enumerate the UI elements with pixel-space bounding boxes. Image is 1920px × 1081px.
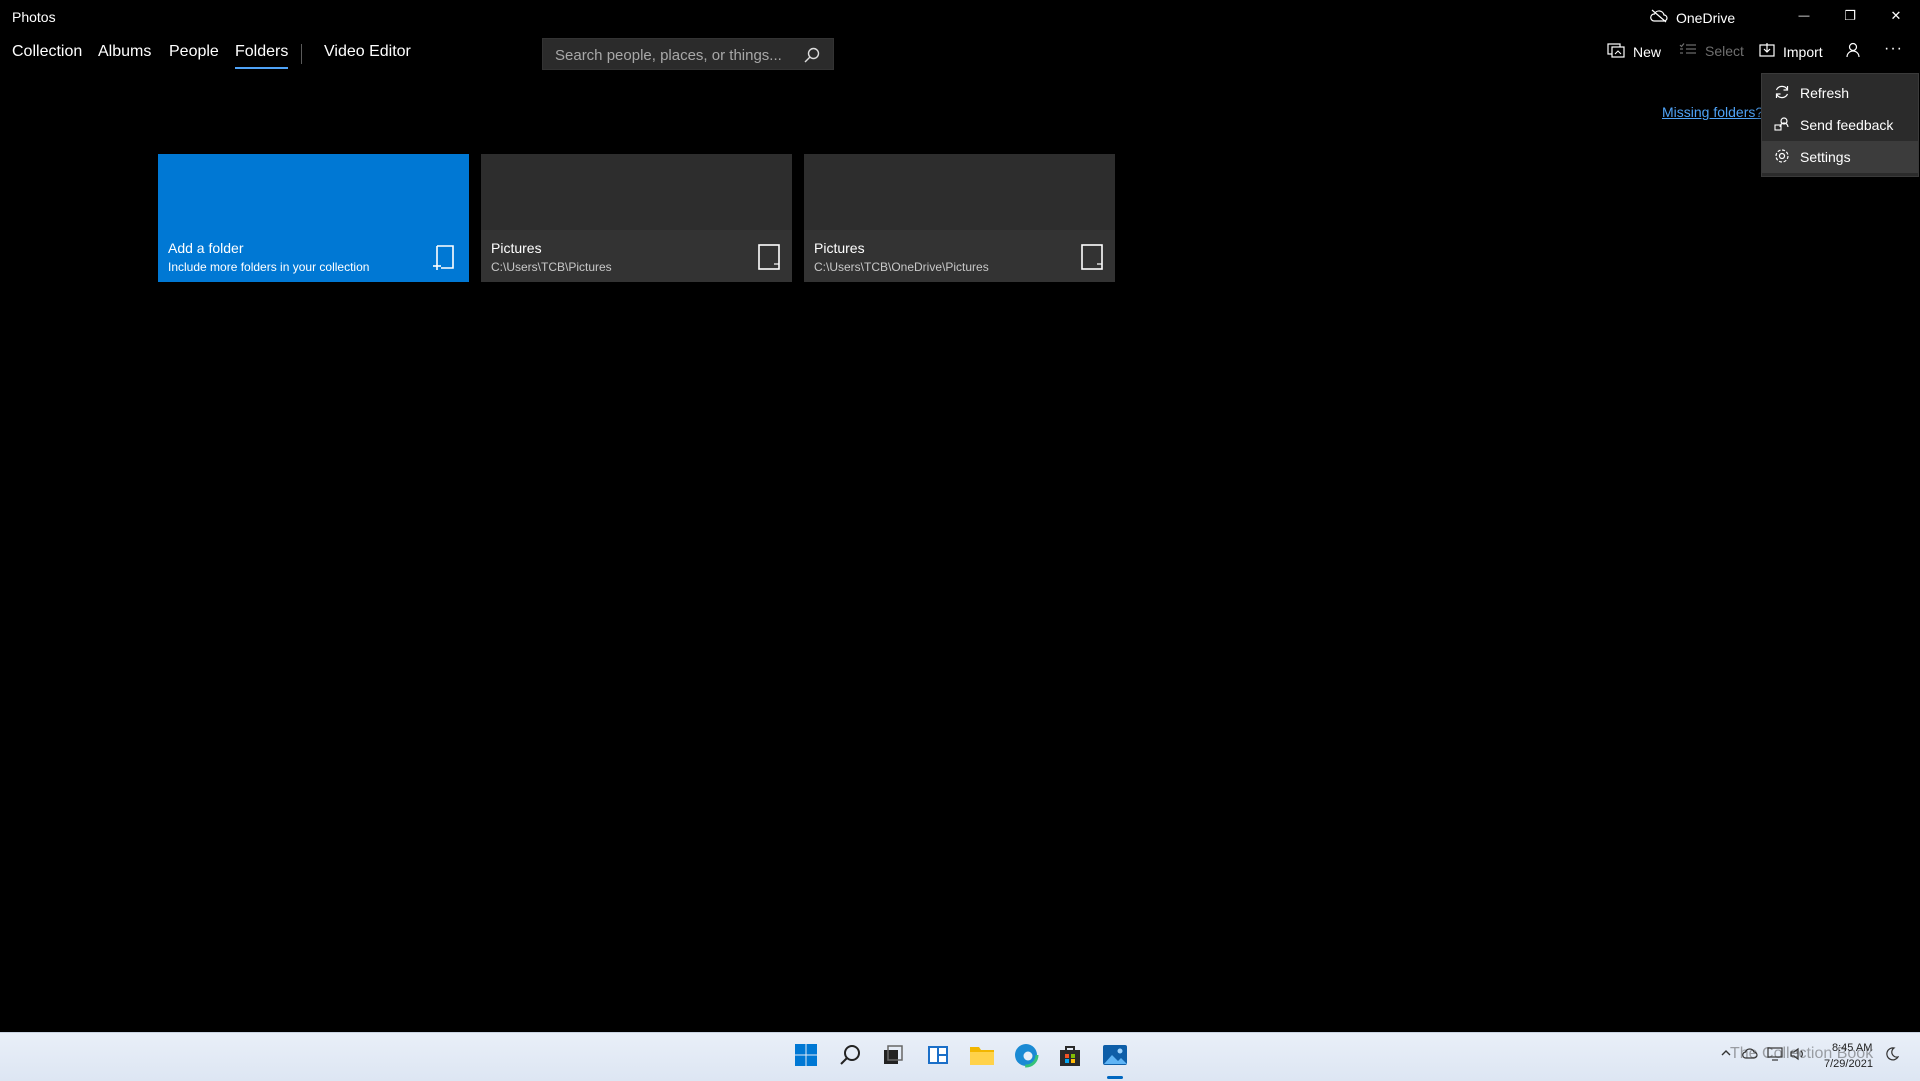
tab-albums[interactable]: Albums bbox=[98, 43, 151, 61]
person-icon bbox=[1845, 42, 1861, 61]
new-creation-icon bbox=[1607, 42, 1625, 61]
menu-item-label: Send feedback bbox=[1800, 117, 1894, 133]
add-folder-icon bbox=[433, 244, 457, 275]
clock-date[interactable]: 7/29/2021 bbox=[1824, 1058, 1873, 1070]
missing-folders-link[interactable]: Missing folders? bbox=[1662, 104, 1763, 120]
file-explorer-button[interactable] bbox=[964, 1041, 1000, 1073]
start-button[interactable] bbox=[788, 1041, 824, 1073]
tab-collection[interactable]: Collection bbox=[12, 43, 82, 61]
tile-title: Pictures bbox=[491, 240, 542, 256]
cloud-off-icon bbox=[1650, 9, 1668, 26]
close-icon: ✕ bbox=[1890, 8, 1902, 23]
restore-button[interactable]: ❐ bbox=[1827, 0, 1873, 32]
menu-item-label: Settings bbox=[1800, 149, 1851, 165]
menu-item-settings[interactable]: Settings bbox=[1762, 141, 1918, 173]
more-options-menu: Refresh Send feedback Settings bbox=[1761, 73, 1919, 177]
folder-tile-onedrive-pictures[interactable]: Pictures C:\Users\TCB\OneDrive\Pictures bbox=[804, 154, 1115, 282]
folder-tile-icon bbox=[758, 244, 780, 275]
account-button[interactable] bbox=[1845, 42, 1861, 61]
add-folder-tile[interactable]: Add a folder Include more folders in you… bbox=[158, 154, 469, 282]
clock-time[interactable]: 8:45 AM bbox=[1832, 1042, 1872, 1054]
tile-subtitle: Include more folders in your collection bbox=[168, 260, 370, 274]
photos-icon bbox=[1102, 1043, 1128, 1072]
restore-icon: ❐ bbox=[1844, 8, 1856, 23]
search-icon bbox=[838, 1043, 862, 1072]
photos-app-button[interactable] bbox=[1097, 1041, 1133, 1073]
tile-subtitle: C:\Users\TCB\OneDrive\Pictures bbox=[814, 260, 989, 274]
folder-tile-icon bbox=[1081, 244, 1103, 275]
store-button[interactable] bbox=[1052, 1041, 1088, 1073]
display-icon[interactable] bbox=[1767, 1047, 1783, 1064]
windows-logo-icon bbox=[794, 1043, 818, 1072]
import-icon bbox=[1759, 42, 1775, 61]
widgets-button[interactable] bbox=[920, 1041, 956, 1073]
notification-moon-icon[interactable] bbox=[1885, 1047, 1900, 1064]
menu-item-refresh[interactable]: Refresh bbox=[1762, 77, 1918, 109]
tile-title: Add a folder bbox=[168, 240, 244, 256]
task-view-icon bbox=[881, 1043, 905, 1072]
tab-folders[interactable]: Folders bbox=[235, 43, 289, 69]
tile-title: Pictures bbox=[814, 240, 865, 256]
search-icon[interactable] bbox=[803, 46, 821, 69]
taskbar-search-button[interactable] bbox=[832, 1041, 868, 1073]
taskbar: The Collection Book 8:45 AM 7/29/2021 bbox=[0, 1032, 1920, 1081]
app-title: Photos bbox=[12, 9, 56, 25]
folder-tile-pictures[interactable]: Pictures C:\Users\TCB\Pictures bbox=[481, 154, 792, 282]
new-button[interactable]: New bbox=[1607, 42, 1661, 61]
folder-thumbnail-area bbox=[481, 154, 792, 230]
minimize-button[interactable]: — bbox=[1781, 0, 1827, 32]
gear-icon bbox=[1774, 148, 1790, 167]
edge-icon bbox=[1013, 1042, 1039, 1073]
feedback-icon bbox=[1774, 116, 1790, 135]
chevron-up-icon[interactable] bbox=[1720, 1047, 1732, 1062]
folder-thumbnail-area bbox=[804, 154, 1115, 230]
tab-people[interactable]: People bbox=[169, 43, 219, 61]
import-button[interactable]: Import bbox=[1759, 42, 1823, 61]
onedrive-status-button[interactable]: OneDrive bbox=[1650, 9, 1735, 26]
new-label: New bbox=[1633, 43, 1662, 60]
menu-item-send-feedback[interactable]: Send feedback bbox=[1762, 109, 1918, 141]
refresh-icon bbox=[1774, 84, 1790, 103]
onedrive-label: OneDrive bbox=[1676, 9, 1736, 26]
folder-icon bbox=[969, 1044, 995, 1071]
widgets-icon bbox=[926, 1043, 950, 1072]
import-label: Import bbox=[1783, 43, 1823, 60]
task-view-button[interactable] bbox=[875, 1041, 911, 1073]
search-box[interactable] bbox=[542, 38, 834, 71]
active-app-indicator bbox=[1107, 1076, 1123, 1079]
menu-item-label: Refresh bbox=[1800, 85, 1850, 101]
tile-subtitle: C:\Users\TCB\Pictures bbox=[491, 260, 612, 274]
edge-browser-button[interactable] bbox=[1008, 1041, 1044, 1073]
select-list-icon bbox=[1679, 42, 1697, 59]
tab-video-editor[interactable]: Video Editor bbox=[324, 43, 411, 61]
select-label: Select bbox=[1705, 42, 1744, 59]
minimize-icon: — bbox=[1798, 10, 1810, 22]
cloud-icon[interactable] bbox=[1742, 1047, 1758, 1062]
more-icon: ··· bbox=[1884, 40, 1903, 57]
close-button[interactable]: ✕ bbox=[1873, 0, 1919, 32]
search-input[interactable] bbox=[553, 39, 797, 71]
select-button[interactable]: Select bbox=[1679, 42, 1744, 59]
nav-divider bbox=[301, 44, 302, 64]
store-bag-icon bbox=[1058, 1043, 1082, 1072]
volume-icon[interactable] bbox=[1790, 1047, 1806, 1064]
more-options-button[interactable]: ··· bbox=[1884, 40, 1903, 58]
